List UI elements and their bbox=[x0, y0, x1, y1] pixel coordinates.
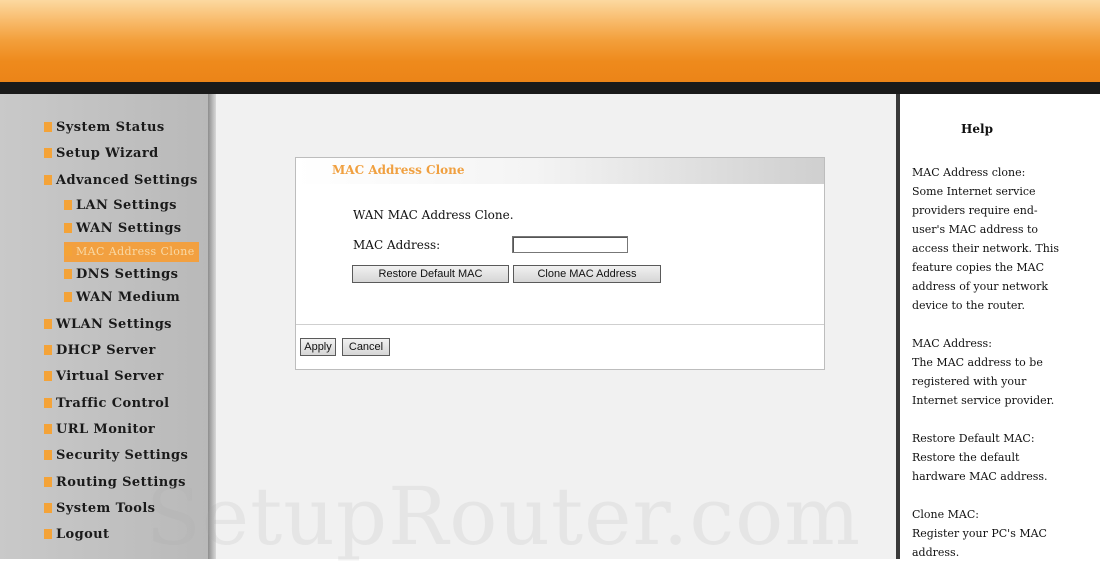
nav-wlan-settings[interactable]: WLAN Settings bbox=[44, 315, 172, 335]
bullet-icon bbox=[44, 503, 52, 513]
clone-mac-address-button[interactable]: Clone MAC Address bbox=[513, 265, 661, 283]
nav-label: LAN Settings bbox=[76, 198, 177, 213]
nav-label: Security Settings bbox=[56, 448, 189, 463]
nav-label: WLAN Settings bbox=[56, 317, 172, 332]
nav-label: WAN Medium bbox=[76, 290, 181, 305]
bullet-icon bbox=[44, 148, 52, 158]
nav-label: Traffic Control bbox=[56, 396, 170, 411]
nav-label: URL Monitor bbox=[56, 422, 156, 437]
help-mac-clone: MAC Address clone: Some Internet service… bbox=[912, 163, 1062, 315]
nav-label: DNS Settings bbox=[76, 267, 179, 282]
bullet-icon bbox=[44, 529, 52, 539]
help-panel: Help MAC Address clone: Some Internet se… bbox=[900, 94, 1100, 559]
nav-security-settings[interactable]: Security Settings bbox=[44, 446, 188, 466]
panel-divider bbox=[296, 324, 824, 325]
apply-button[interactable]: Apply bbox=[300, 338, 336, 356]
bullet-icon bbox=[44, 175, 52, 185]
bullet-icon bbox=[64, 200, 72, 210]
nav-logout[interactable]: Logout bbox=[44, 525, 109, 545]
help-heading: Restore Default MAC: bbox=[912, 432, 1035, 445]
nav-label: Logout bbox=[56, 527, 110, 542]
help-title: Help bbox=[961, 122, 993, 136]
help-mac-address: MAC Address: The MAC address to be regis… bbox=[912, 334, 1062, 410]
nav-label: WAN Settings bbox=[76, 221, 182, 236]
nav-label: System Status bbox=[56, 120, 165, 135]
nav-label: Virtual Server bbox=[56, 369, 164, 384]
panel-intro: WAN MAC Address Clone. bbox=[353, 208, 514, 222]
help-heading: MAC Address: bbox=[912, 337, 992, 350]
nav-lan-settings[interactable]: LAN Settings bbox=[64, 196, 177, 216]
bullet-icon bbox=[44, 122, 52, 132]
help-text: Some Internet service providers require … bbox=[912, 185, 1060, 312]
nav-system-status[interactable]: System Status bbox=[44, 118, 165, 138]
nav-label: DHCP Server bbox=[56, 343, 156, 358]
nav-dhcp-server[interactable]: DHCP Server bbox=[44, 341, 156, 361]
top-banner bbox=[0, 0, 1100, 82]
bullet-icon bbox=[44, 345, 52, 355]
mac-address-input[interactable] bbox=[512, 236, 628, 253]
bullet-icon bbox=[44, 398, 52, 408]
help-clone-mac: Clone MAC: Register your PC's MAC addres… bbox=[912, 505, 1062, 562]
help-text: Register your PC's MAC address. bbox=[912, 527, 1047, 559]
nav-dns-settings[interactable]: DNS Settings bbox=[64, 265, 178, 285]
nav-wan-medium[interactable]: WAN Medium bbox=[64, 288, 180, 308]
nav-label: Advanced Settings bbox=[56, 173, 198, 188]
nav-advanced-settings[interactable]: Advanced Settings bbox=[44, 171, 198, 191]
watermark: SetupRouter.com bbox=[146, 470, 862, 563]
nav-mac-address-clone[interactable]: MAC Address Clone bbox=[64, 242, 199, 262]
nav-traffic-control[interactable]: Traffic Control bbox=[44, 394, 170, 414]
panel-title: MAC Address Clone bbox=[332, 163, 465, 177]
bullet-icon bbox=[64, 269, 72, 279]
panel-header: MAC Address Clone bbox=[296, 158, 824, 184]
nav-label: System Tools bbox=[56, 501, 156, 516]
nav-label: Setup Wizard bbox=[56, 146, 159, 161]
bullet-icon bbox=[44, 371, 52, 381]
nav-setup-wizard[interactable]: Setup Wizard bbox=[44, 144, 159, 164]
help-heading: MAC Address clone: bbox=[912, 166, 1026, 179]
nav-url-monitor[interactable]: URL Monitor bbox=[44, 420, 155, 440]
help-heading: Clone MAC: bbox=[912, 508, 979, 521]
nav-wan-settings[interactable]: WAN Settings bbox=[64, 219, 182, 239]
bullet-icon bbox=[44, 424, 52, 434]
bullet-icon bbox=[44, 319, 52, 329]
restore-default-mac-button[interactable]: Restore Default MAC bbox=[352, 265, 509, 283]
nav-system-tools[interactable]: System Tools bbox=[44, 499, 155, 519]
cancel-button[interactable]: Cancel bbox=[342, 338, 390, 356]
nav-virtual-server[interactable]: Virtual Server bbox=[44, 367, 164, 387]
banner-divider bbox=[0, 82, 1100, 94]
bullet-icon bbox=[64, 292, 72, 302]
nav-label: MAC Address Clone bbox=[76, 245, 195, 258]
help-text: Restore the default hardware MAC address… bbox=[912, 451, 1048, 483]
bullet-icon bbox=[64, 246, 72, 256]
bullet-icon bbox=[64, 223, 72, 233]
bullet-icon bbox=[44, 477, 52, 487]
mac-address-label: MAC Address: bbox=[353, 238, 441, 252]
help-restore-default: Restore Default MAC: Restore the default… bbox=[912, 429, 1062, 486]
bullet-icon bbox=[44, 450, 52, 460]
mac-clone-panel: MAC Address Clone WAN MAC Address Clone.… bbox=[295, 157, 825, 370]
help-text: The MAC address to be registered with yo… bbox=[912, 356, 1055, 407]
